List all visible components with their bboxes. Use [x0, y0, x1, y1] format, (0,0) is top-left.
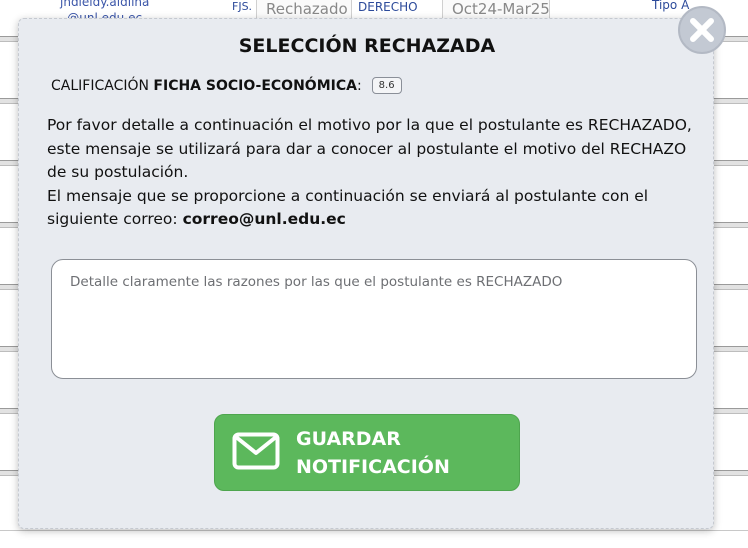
background-period-field: Oct24-Mar25: [442, 0, 550, 20]
background-footer: [0, 530, 748, 548]
message-line: El mensaje que se proporcione a continua…: [47, 186, 649, 205]
score-colon: :: [356, 77, 362, 94]
score-label: FICHA SOCIO-ECONÓMICA: [153, 77, 357, 94]
recipient-email: correo@unl.edu.ec: [182, 210, 346, 228]
save-notification-button[interactable]: GUARDAR NOTIFICACIÓN: [214, 414, 520, 491]
background-career: DERECHO: [358, 0, 418, 14]
save-button-label: GUARDAR NOTIFICACIÓN: [296, 425, 466, 481]
rejection-modal: SELECCIÓN RECHAZADA CALIFICACIÓN FICHA S…: [18, 18, 714, 529]
close-modal-button[interactable]: [678, 6, 726, 54]
message-line: de su postulación.: [47, 163, 189, 181]
rejection-reason-textarea[interactable]: [51, 259, 697, 379]
rejection-instructions: Por favor detalle a continuación el moti…: [47, 114, 697, 232]
message-line: este mensaje se utilizará para dar a con…: [47, 139, 687, 158]
score-row: CALIFICACIÓN FICHA SOCIO-ECONÓMICA: 8.6: [51, 77, 402, 94]
background-status-field: Rechazado: [256, 0, 352, 20]
score-prefix: CALIFICACIÓN: [51, 77, 149, 94]
save-label-line2: NOTIFICACIÓN: [296, 455, 450, 478]
message-line: siguiente correo: correo@unl.edu.ec: [47, 208, 697, 232]
save-label-line1: GUARDAR: [296, 427, 401, 450]
modal-title: SELECCIÓN RECHAZADA: [238, 35, 496, 57]
mail-icon: [232, 432, 280, 474]
message-email-prefix: siguiente correo:: [47, 210, 178, 228]
background-email-line1: jhdleidy.aldlina: [60, 0, 150, 9]
score-badge: 8.6: [371, 77, 402, 94]
background-fjs: FJS.: [232, 0, 253, 13]
message-line: Por favor detalle a continuación el moti…: [47, 116, 692, 134]
background-type: Tipo A: [652, 0, 690, 12]
